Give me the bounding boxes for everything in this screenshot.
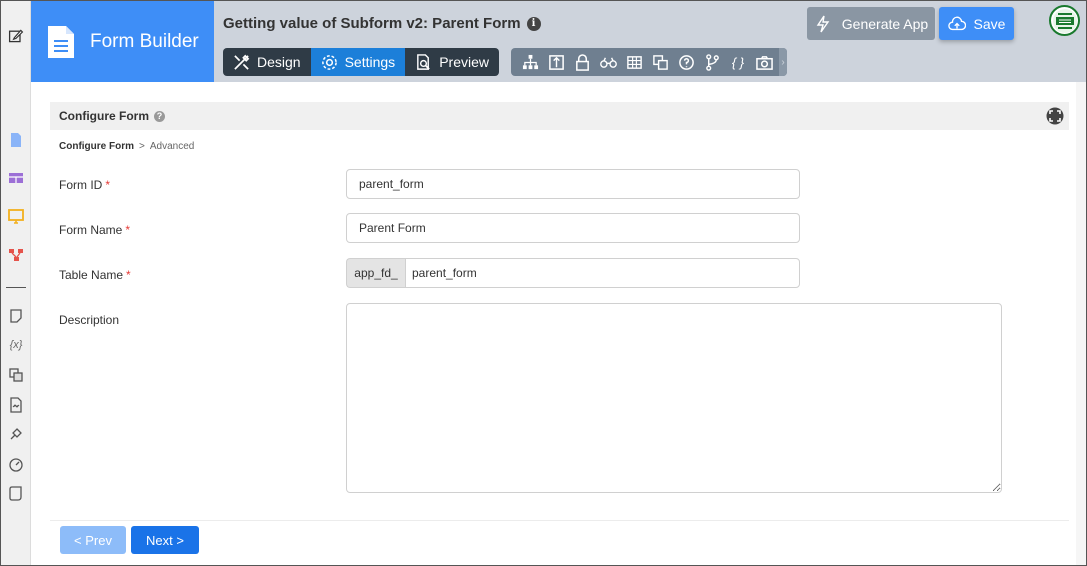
tool-bar: { } › xyxy=(511,48,787,76)
prev-button[interactable]: < Prev xyxy=(60,526,126,554)
mode-tabs: Design Settings Preview xyxy=(223,48,499,76)
brand[interactable]: Form Builder xyxy=(31,1,214,82)
dashboard-icon[interactable] xyxy=(7,455,25,473)
tab-settings[interactable]: Settings xyxy=(310,48,406,76)
form-title-text: Getting value of Subform v2: Parent Form xyxy=(223,15,521,32)
gear-icon xyxy=(321,54,337,70)
form-name-input[interactable] xyxy=(346,213,800,243)
save-label: Save xyxy=(973,15,1006,32)
description-textarea[interactable] xyxy=(346,303,1002,493)
grid-icon[interactable] xyxy=(623,51,645,73)
layout-icon[interactable] xyxy=(545,51,567,73)
form-name-label-text: Form Name xyxy=(59,223,123,237)
breadcrumb-next[interactable]: Advanced xyxy=(150,141,194,152)
help-icon[interactable]: ? xyxy=(154,110,165,122)
variable-icon[interactable]: {x} xyxy=(7,336,25,354)
required-marker: * xyxy=(126,268,131,282)
camera-icon[interactable] xyxy=(753,51,775,73)
binoculars-icon[interactable] xyxy=(597,51,619,73)
breadcrumb-separator: > xyxy=(139,141,145,152)
document-icon[interactable] xyxy=(7,396,25,414)
translate-icon[interactable] xyxy=(649,51,671,73)
form-name-label: Form Name * xyxy=(59,223,130,237)
required-marker: * xyxy=(125,223,131,237)
table-icon[interactable] xyxy=(7,169,25,187)
tab-design-label: Design xyxy=(257,54,301,70)
branch-icon[interactable] xyxy=(701,51,723,73)
tab-settings-label: Settings xyxy=(344,54,396,70)
table-name-label-text: Table Name xyxy=(59,268,124,282)
breadcrumb-current[interactable]: Configure Form xyxy=(59,141,134,152)
sitemap-icon[interactable] xyxy=(519,51,541,73)
table-name-group: app_fd_ xyxy=(346,258,800,288)
chevron-right-icon[interactable]: › xyxy=(779,48,787,76)
rail-divider xyxy=(6,287,26,288)
script-icon[interactable] xyxy=(7,484,25,502)
avatar[interactable] xyxy=(1049,5,1080,36)
tab-preview-label: Preview xyxy=(439,54,489,70)
cloud-upload-icon xyxy=(947,16,966,30)
lightning-icon xyxy=(816,15,830,32)
save-button[interactable]: Save xyxy=(939,7,1014,40)
section-title: Configure Form xyxy=(59,109,149,123)
expand-icon[interactable] xyxy=(1046,107,1064,125)
table-prefix: app_fd_ xyxy=(346,258,405,288)
code-icon[interactable]: { } xyxy=(727,51,749,73)
top-header: Form Builder Getting value of Subform v2… xyxy=(31,1,1086,82)
file-icon[interactable] xyxy=(7,131,25,149)
form-builder-icon xyxy=(48,25,74,58)
required-marker: * xyxy=(105,178,111,192)
tab-preview[interactable]: Preview xyxy=(405,48,499,76)
plugin-icon[interactable] xyxy=(7,425,25,443)
lock-icon[interactable] xyxy=(571,51,593,73)
form-id-label: Form ID * xyxy=(59,178,110,192)
info-icon[interactable]: i xyxy=(526,16,541,31)
form-id-label-text: Form ID xyxy=(59,178,103,192)
design-icon xyxy=(234,54,250,70)
edit-icon[interactable] xyxy=(7,27,25,45)
monitor-icon[interactable] xyxy=(7,207,25,225)
scrollbar[interactable] xyxy=(1076,82,1086,565)
configure-form-header: Configure Form ? xyxy=(50,102,1069,130)
footer-divider xyxy=(50,520,1069,521)
brand-title: Form Builder xyxy=(90,30,199,52)
form-id-input[interactable] xyxy=(346,169,800,199)
form-title: Getting value of Subform v2: Parent Form… xyxy=(223,15,541,32)
translate-icon[interactable] xyxy=(7,366,25,384)
table-name-input[interactable] xyxy=(405,258,800,288)
next-button[interactable]: Next > xyxy=(131,526,199,554)
generate-app-button[interactable]: Generate App xyxy=(807,7,935,40)
breadcrumb: Configure Form > Advanced xyxy=(59,141,194,152)
avatar-logo-icon xyxy=(1052,8,1077,33)
preview-icon xyxy=(417,53,430,70)
left-rail: {x} xyxy=(1,1,31,565)
table-name-label: Table Name * xyxy=(59,268,131,282)
flow-icon[interactable] xyxy=(7,246,25,264)
description-label: Description xyxy=(59,313,120,327)
question-icon[interactable] xyxy=(675,51,697,73)
generate-app-label: Generate App xyxy=(841,15,929,32)
tab-design[interactable]: Design xyxy=(223,48,311,76)
note-icon[interactable] xyxy=(7,307,25,325)
